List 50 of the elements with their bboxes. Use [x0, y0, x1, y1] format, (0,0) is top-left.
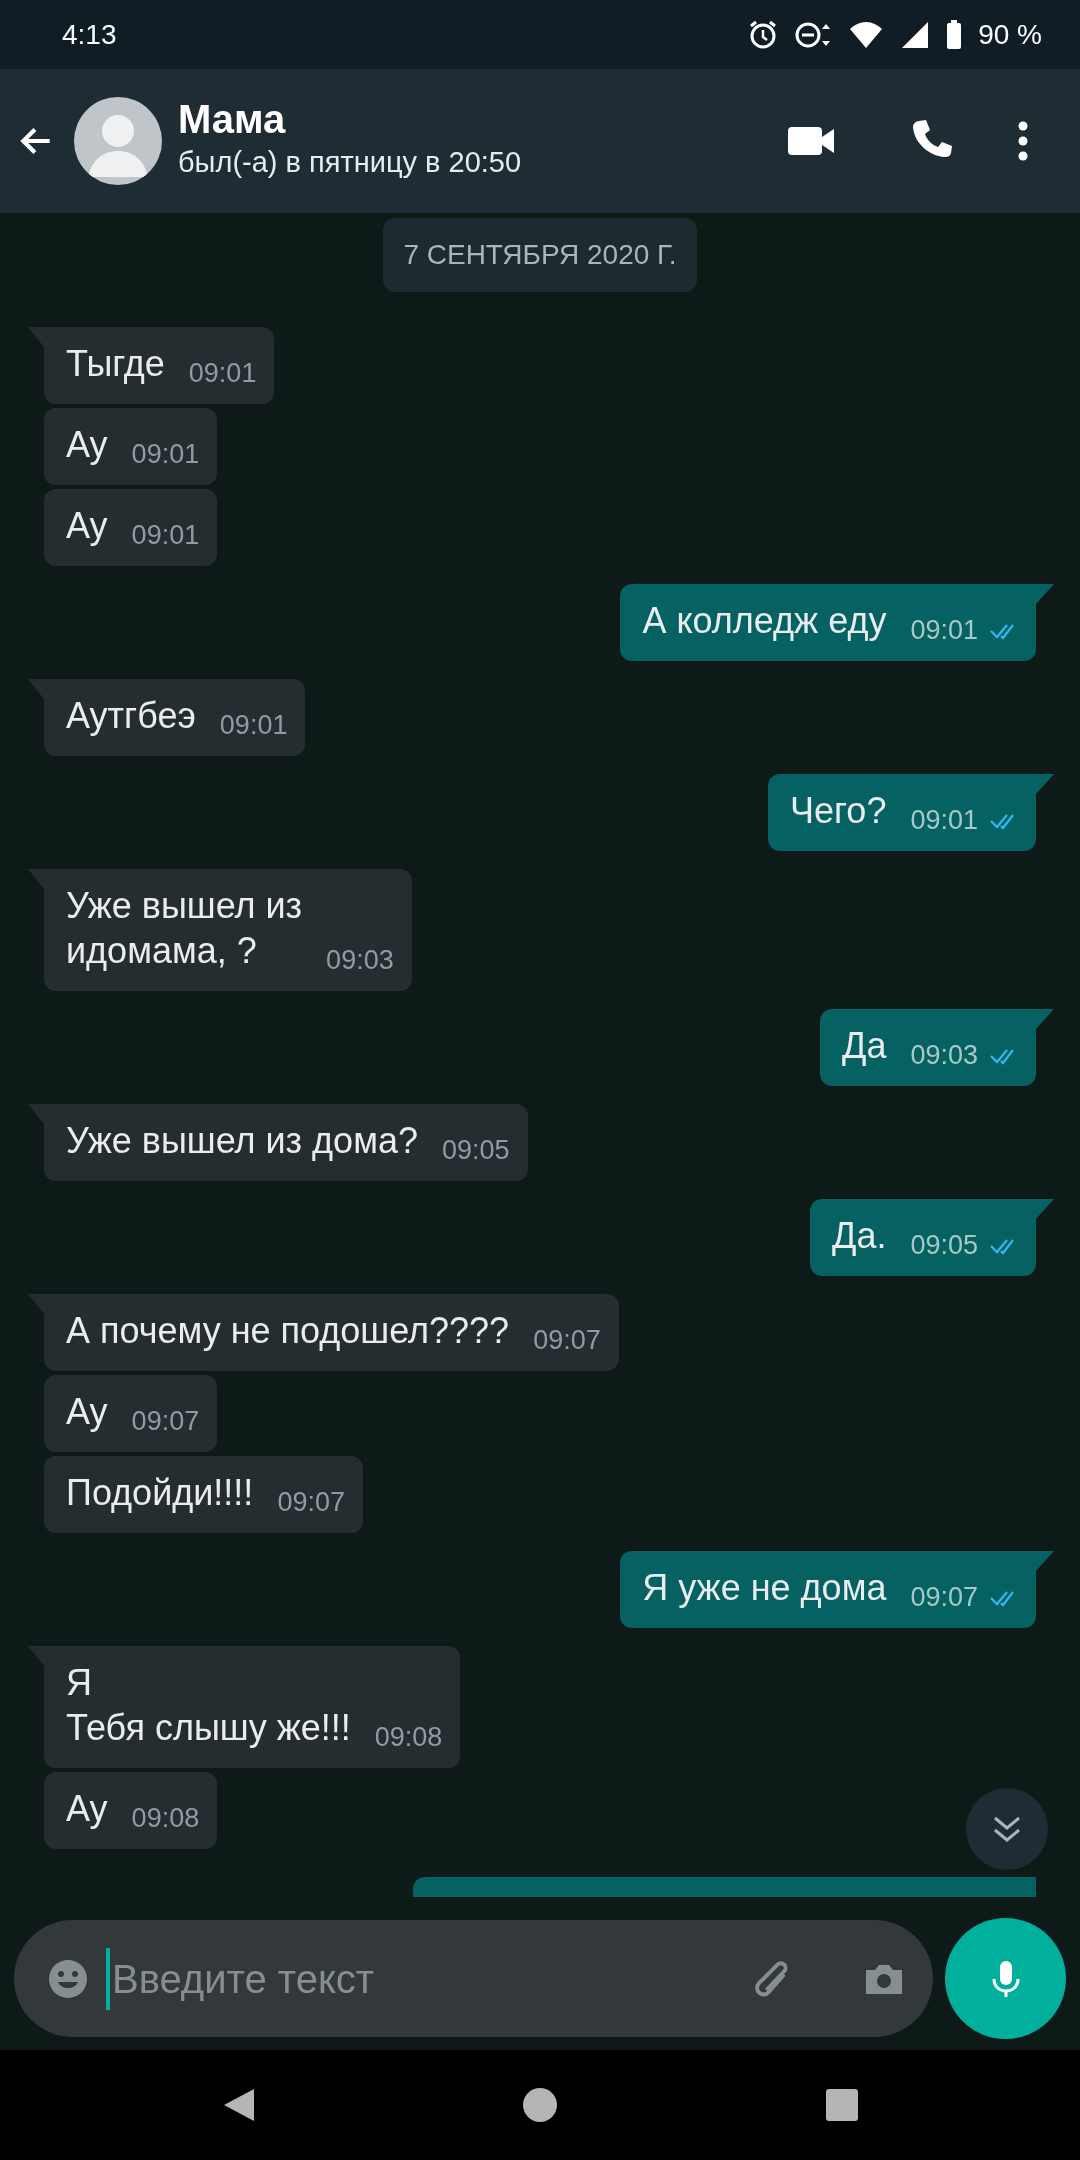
message-text: Подойди!!!!: [66, 1471, 254, 1515]
message-time: 09:01: [910, 804, 978, 837]
message-time: 09:01: [188, 357, 257, 390]
wifi-icon: [848, 19, 885, 50]
message-time: 09:07: [910, 1581, 978, 1614]
message-text: Тыгде: [66, 342, 165, 386]
message-time: 09:01: [131, 438, 200, 471]
clock-time: 4:13: [62, 17, 117, 52]
battery-percent: 90 %: [978, 17, 1042, 52]
message-text: Ау: [66, 423, 108, 467]
message-text: Ау: [66, 1390, 108, 1434]
message-text: Я уже не дома: [642, 1566, 887, 1610]
message-text: А почему не подошел????: [66, 1309, 510, 1353]
message-time: 09:08: [374, 1721, 443, 1754]
square-icon: [824, 2087, 860, 2123]
circle-icon: [522, 2087, 558, 2123]
message-time: 09:03: [326, 944, 394, 977]
message-time: 09:01: [910, 614, 978, 647]
battery-icon: [946, 19, 963, 50]
message-text: Уже вышел из дома?: [66, 1119, 418, 1163]
message-time: 09:01: [219, 709, 288, 742]
menu-button[interactable]: [1018, 121, 1028, 161]
message-time: 09:05: [910, 1229, 978, 1262]
alarm-icon: [748, 19, 779, 50]
nav-home-button[interactable]: [522, 2087, 558, 2123]
more-options-icon: [1018, 121, 1028, 161]
microphone-icon: [990, 1958, 1021, 1999]
message-text: Ау: [66, 504, 108, 548]
emoji-icon[interactable]: [48, 1958, 88, 1999]
double-chevron-down-icon: [991, 1814, 1023, 1844]
message-time: 09:07: [277, 1486, 345, 1519]
message-text: Да: [842, 1024, 887, 1068]
message-text: Аутгбеэ: [66, 694, 196, 738]
contact-name: Мама: [178, 97, 287, 142]
message-time: 09:03: [910, 1039, 978, 1072]
message-text: Чего?: [790, 789, 887, 833]
message-composer[interactable]: Введите текст: [14, 1920, 933, 2037]
message-time: 09:01: [131, 519, 200, 552]
message-text: Уже вышел из идомама, ?: [66, 884, 303, 973]
message-text: Ау: [66, 1787, 108, 1831]
message-time: 09:08: [131, 1802, 200, 1835]
message-text: Я Тебя слышу же!!!: [66, 1661, 351, 1750]
message-time: 09:07: [131, 1405, 200, 1438]
last-seen-status: был(-а) в пятницу в 20:50: [178, 145, 522, 181]
message-text: Да.: [832, 1214, 887, 1258]
message-time: 09:07: [533, 1324, 601, 1357]
date-label: 7 СЕНТЯБРЯ 2020 Г.: [383, 218, 697, 292]
nav-recents-button[interactable]: [824, 2087, 860, 2123]
message-time: 09:05: [441, 1134, 510, 1167]
message-text: А колледж еду: [642, 599, 887, 643]
